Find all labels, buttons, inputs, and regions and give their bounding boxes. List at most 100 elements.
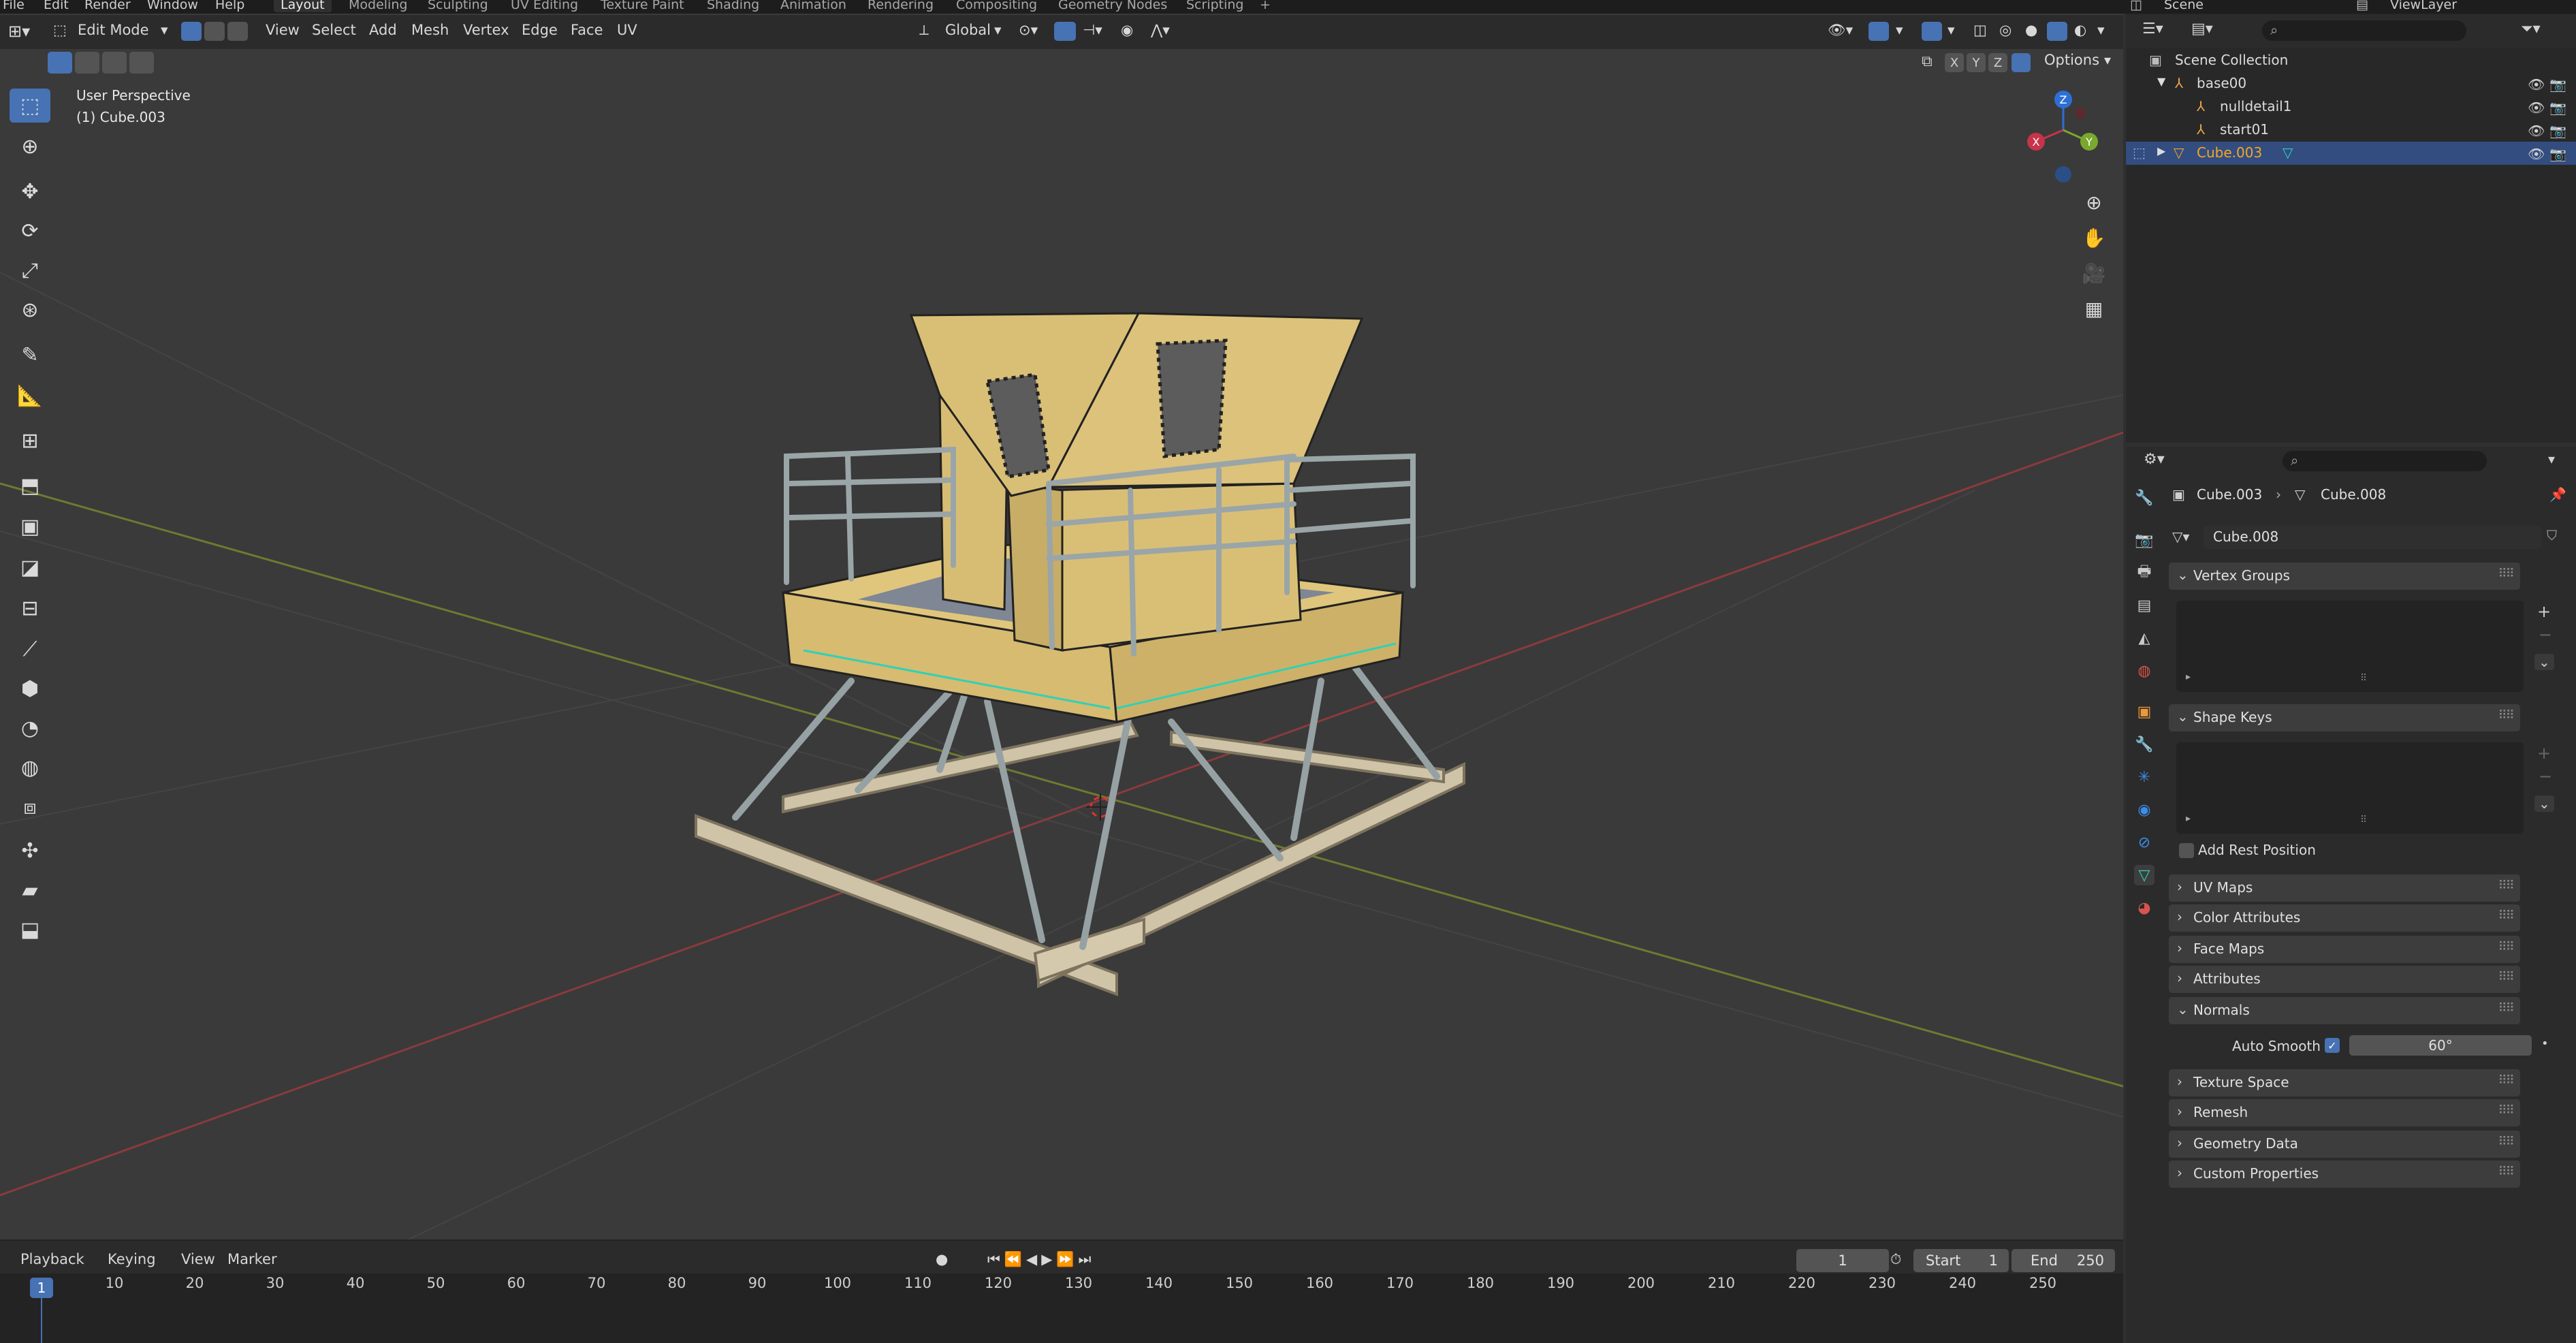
mirror-y-button[interactable]: Y (1967, 53, 1986, 72)
outliner-search-input[interactable]: ⌕ (2262, 20, 2466, 41)
tab-texture-paint[interactable]: Texture Paint (601, 0, 684, 12)
navigation-gizmo[interactable]: Z X Y (2016, 86, 2125, 188)
render-tab-icon[interactable]: 📷 (2134, 530, 2154, 550)
list-resize-grip-icon[interactable]: ⠿ (2360, 815, 2367, 825)
viewport-scene[interactable] (0, 14, 2123, 1239)
timeline-menu-marker[interactable]: Marker (227, 1251, 277, 1267)
overlay-toggle-button[interactable] (1922, 22, 1942, 41)
3d-viewport[interactable] (0, 14, 2123, 1239)
world-tab-icon[interactable]: ◍ (2134, 661, 2154, 681)
extrude-icon[interactable]: ⬒ (10, 469, 50, 503)
view-layer-tab-icon[interactable]: ▤ (2134, 595, 2154, 616)
panel-custom-properties[interactable]: › Custom Properties ⠿⠿ (2169, 1160, 2520, 1188)
current-frame-field[interactable]: 1 (1796, 1249, 1889, 1272)
spin-icon[interactable]: ◔ (10, 711, 50, 745)
menu-edge[interactable]: Edge (522, 22, 558, 38)
panel-normals[interactable]: ⌄ Normals ⠿⠿ (2169, 997, 2520, 1024)
visibility-eye-icon[interactable]: 👁 (2528, 76, 2545, 93)
tab-shading[interactable]: Shading (707, 0, 759, 12)
smooth-icon[interactable]: ◍ (10, 750, 50, 785)
drag-handle-icon[interactable]: ⠿⠿ (2498, 879, 2515, 893)
outliner-row-nulldetail1[interactable]: ⅄ nulldetail1 👁 📷 (2126, 95, 2576, 118)
filter-icon[interactable]: ⏷▾ (2521, 20, 2541, 37)
scene-selector[interactable]: Scene (2164, 0, 2204, 12)
zoom-icon[interactable]: ⊕ (2077, 185, 2111, 219)
mesh-name-field[interactable]: Cube.008 (2204, 526, 2541, 549)
tab-geometry-nodes[interactable]: Geometry Nodes (1058, 0, 1167, 12)
select-new-button[interactable] (48, 52, 72, 74)
tab-modeling[interactable]: Modeling (349, 0, 407, 12)
loop-cut-icon[interactable]: ⊟ (10, 591, 50, 625)
menu-file[interactable]: File (3, 0, 25, 12)
cursor-icon[interactable]: ⊕ (10, 129, 50, 163)
shrink-fatten-icon[interactable]: ✣ (10, 834, 50, 868)
shear-icon[interactable]: ▰ (10, 873, 50, 907)
gizmo-chevron-icon[interactable]: ▾ (1896, 22, 1903, 38)
edge-slide-icon[interactable]: ⧈ (10, 790, 50, 824)
tab-rendering[interactable]: Rendering (868, 0, 934, 12)
remove-vertex-group-icon[interactable]: − (2539, 625, 2552, 644)
add-vertex-group-icon[interactable]: + (2537, 602, 2551, 621)
drag-handle-icon[interactable]: ⠿⠿ (2498, 1001, 2515, 1015)
knife-icon[interactable]: ⟋ (10, 632, 50, 666)
gizmo-toggle-button[interactable] (1869, 22, 1889, 41)
remove-shape-key-icon[interactable]: − (2539, 767, 2552, 786)
visibility-icon[interactable]: 👁▾ (1828, 22, 1853, 39)
timeline-menu-keying[interactable]: Keying (108, 1251, 156, 1267)
mirror-z-button[interactable]: Z (1988, 53, 2007, 72)
vertex-select-button[interactable] (181, 22, 202, 41)
annotate-icon[interactable]: ✎ (10, 338, 50, 372)
drag-handle-icon[interactable]: ⠿⠿ (2498, 708, 2515, 723)
mode-dropdown[interactable]: Edit Mode (78, 22, 149, 38)
material-shading-button[interactable] (2047, 22, 2067, 41)
display-mode-icon[interactable]: ▤▾ (2191, 20, 2213, 37)
visibility-eye-icon[interactable]: 👁 (2528, 99, 2545, 116)
constraints-tab-icon[interactable]: ⊘ (2134, 832, 2154, 853)
drag-handle-icon[interactable]: ⠿⠿ (2498, 940, 2515, 954)
measure-icon[interactable]: 📐 (10, 379, 50, 413)
menu-edit[interactable]: Edit (44, 0, 69, 12)
outliner-row-base00[interactable]: ▼ ⅄ base00 👁 📷 (2126, 72, 2576, 95)
wireframe-shading-icon[interactable]: ◎ (1999, 22, 2011, 38)
menu-vertex[interactable]: Vertex (463, 22, 509, 38)
modifier-tab-icon[interactable]: 🔧 (2134, 734, 2154, 755)
options-chevron-icon[interactable]: ▾ (2104, 52, 2111, 68)
drag-handle-icon[interactable]: ⠿⠿ (2498, 1135, 2515, 1149)
transform-icon[interactable]: ⊛ (10, 293, 50, 327)
particles-tab-icon[interactable]: ✳ (2134, 767, 2154, 787)
falloff-icon[interactable]: ⋀▾ (1151, 22, 1170, 38)
face-select-button[interactable] (227, 22, 248, 41)
panel-face-maps[interactable]: › Face Maps ⠿⠿ (2169, 936, 2520, 963)
select-intersect-button[interactable] (129, 52, 154, 74)
axis-gizmo[interactable]: Z X Y (2016, 86, 2125, 188)
menu-uv[interactable]: UV (617, 22, 637, 38)
physics-tab-icon[interactable]: ◉ (2134, 800, 2154, 820)
end-frame-field[interactable]: End 250 (2011, 1249, 2115, 1272)
add-rest-position-checkbox[interactable] (2179, 843, 2194, 858)
move-icon[interactable]: ✥ (10, 174, 50, 208)
scale-icon[interactable]: ⤢ (10, 253, 50, 287)
select-box-icon[interactable]: ⬚ (10, 89, 50, 123)
add-shape-key-icon[interactable]: + (2537, 744, 2551, 763)
xray-icon[interactable]: ◫ (1973, 22, 1987, 38)
options-dropdown[interactable]: Options (2044, 52, 2099, 68)
add-cube-icon[interactable]: ⊞ (10, 424, 50, 458)
inset-icon[interactable]: ▣ (10, 509, 50, 543)
tab-compositing[interactable]: Compositing (956, 0, 1037, 12)
rip-icon[interactable]: ⬓ (10, 913, 50, 947)
menu-render[interactable]: Render (84, 0, 131, 12)
view-layer-selector[interactable]: ViewLayer (2390, 0, 2457, 12)
poly-build-icon[interactable]: ⬢ (10, 672, 50, 706)
auto-smooth-angle-field[interactable]: 60° (2349, 1035, 2532, 1056)
edge-select-button[interactable] (204, 22, 225, 41)
pivot-icon[interactable]: ⊙▾ (1019, 22, 1038, 38)
panel-shape-keys[interactable]: ⌄ Shape Keys ⠿⠿ (2169, 704, 2520, 731)
panel-attributes[interactable]: › Attributes ⠿⠿ (2169, 966, 2520, 993)
mirror-x-button[interactable]: X (1945, 53, 1964, 72)
drag-handle-icon[interactable]: ⠿⠿ (2498, 970, 2515, 984)
outliner-row-start01[interactable]: ⅄ start01 👁 📷 (2126, 118, 2576, 142)
tab-layout[interactable]: Layout (274, 0, 332, 12)
shape-keys-list[interactable]: ▸ ⠿ (2176, 742, 2524, 834)
topology-mirror-button[interactable] (2011, 53, 2031, 72)
mesh-datablock-icon[interactable]: ▽▾ (2172, 528, 2189, 545)
